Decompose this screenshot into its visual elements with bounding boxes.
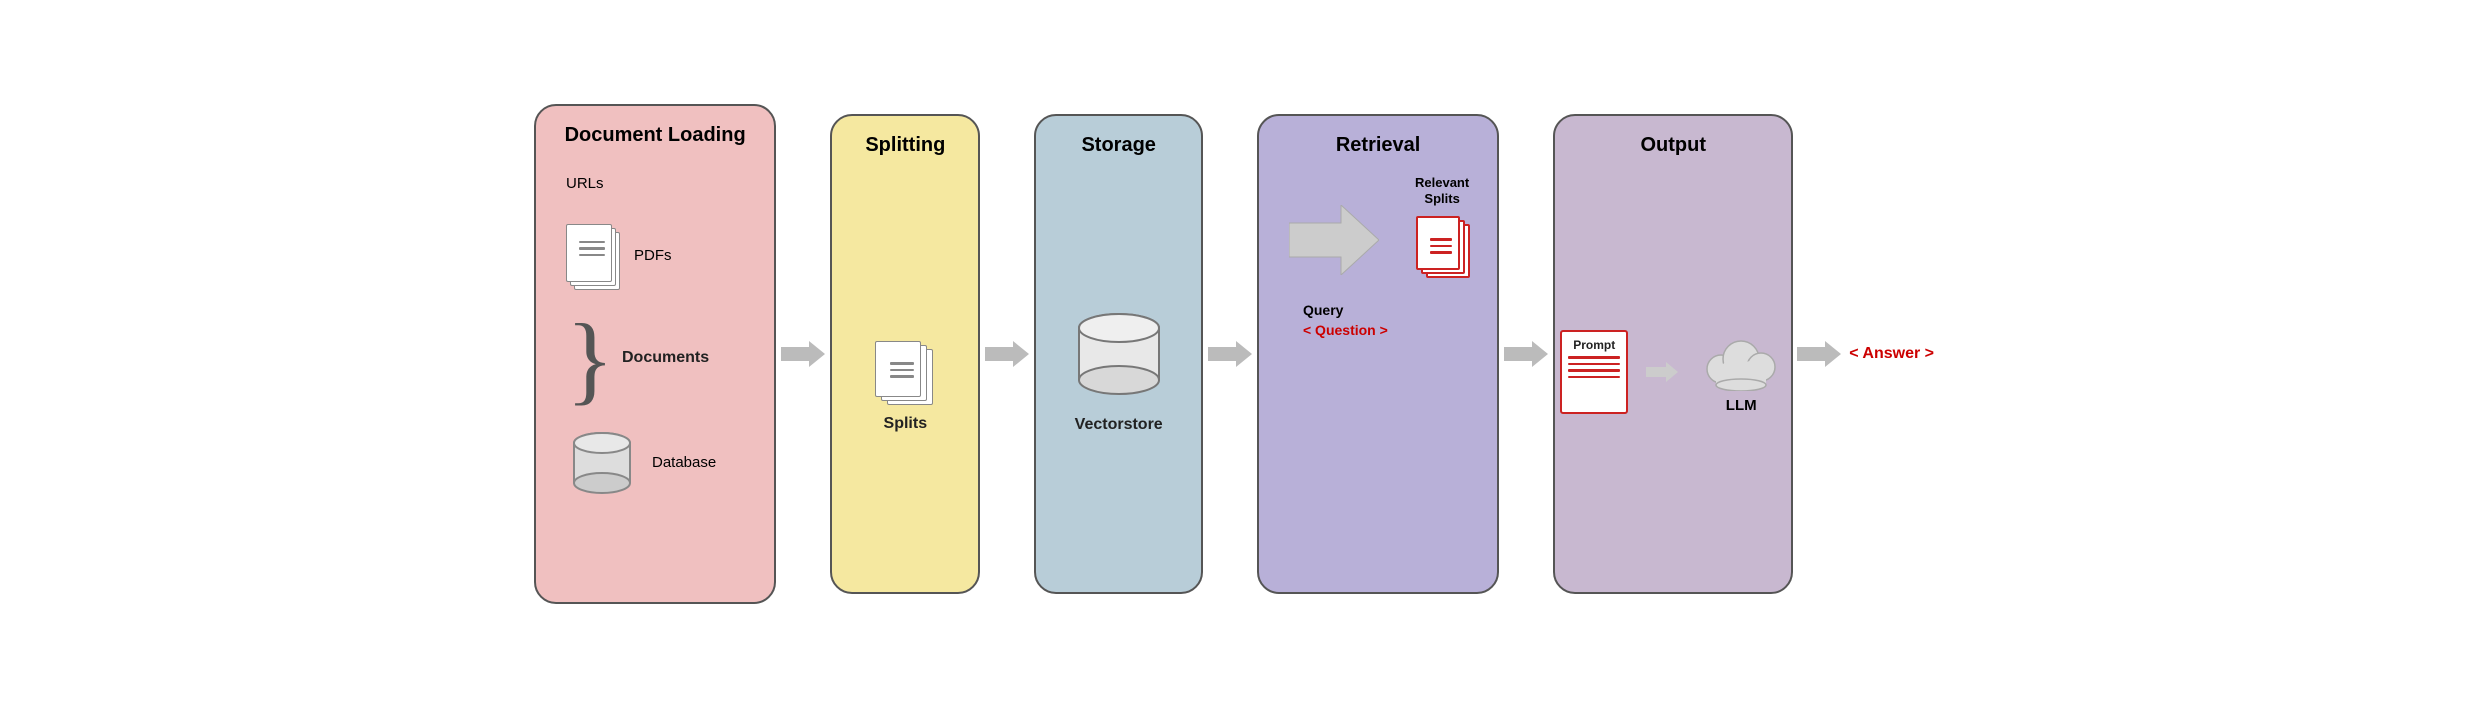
panel-title-split: Splitting <box>865 134 945 157</box>
red-page-1 <box>1416 216 1460 270</box>
rag-diagram: Document Loading URLs PDFs <box>534 104 1934 604</box>
answer-group: < Answer > <box>1797 341 1934 367</box>
panel-storage: Storage Vectorstore <box>1034 114 1203 594</box>
brace-icon: } <box>566 316 614 401</box>
question-label: < Question > <box>1303 322 1388 338</box>
arrow-1 <box>776 341 830 367</box>
panel-retrieval: Retrieval Relevant Splits <box>1257 114 1499 594</box>
relevant-splits-group: Relevant Splits <box>1415 175 1469 277</box>
vectorstore-label: Vectorstore <box>1075 416 1163 434</box>
splits-content: Splits <box>875 311 935 433</box>
splits-icon <box>875 341 935 399</box>
split-lines <box>890 362 914 378</box>
doc-content: URLs PDFs } <box>552 175 758 497</box>
panel-title-retrieval: Retrieval <box>1336 134 1421 157</box>
answer-label: < Answer > <box>1849 345 1934 363</box>
pdf-line-2 <box>579 247 605 250</box>
query-group: Query < Question > <box>1303 302 1388 338</box>
red-line-1 <box>1430 238 1452 241</box>
prompt-line-4 <box>1568 376 1620 379</box>
pdf-line-1 <box>579 241 605 244</box>
prompt-group: Prompt <box>1560 330 1628 414</box>
urls-label: URLs <box>566 175 604 192</box>
llm-cloud: LLM <box>1696 331 1786 414</box>
prompt-doc-icon: Prompt <box>1560 330 1628 414</box>
pdf-lines <box>579 241 605 257</box>
red-lines <box>1430 238 1452 254</box>
vectorstore-icon <box>1069 310 1169 400</box>
pdfs-label: PDFs <box>634 247 672 264</box>
splits-label: Splits <box>884 415 928 433</box>
storage-content: Vectorstore <box>1069 310 1169 434</box>
prompt-line-3 <box>1568 369 1620 372</box>
pdf-line-3 <box>579 254 605 257</box>
relevant-splits-label: Relevant Splits <box>1415 175 1469 209</box>
output-content: Prompt <box>1560 175 1786 570</box>
pdf-page-1 <box>566 224 612 282</box>
pdf-row: PDFs <box>566 224 672 288</box>
panel-title-doc: Document Loading <box>565 124 746 147</box>
prompt-line-2 <box>1568 363 1620 366</box>
panel-title-output: Output <box>1640 134 1706 157</box>
panel-splitting: Splitting Splits <box>830 114 980 594</box>
query-label: Query <box>1303 302 1388 318</box>
arrow-3 <box>1203 341 1257 367</box>
arrow-icon-3 <box>1208 341 1252 367</box>
split-line-2 <box>890 369 914 372</box>
llm-label: LLM <box>1726 397 1757 414</box>
database-label: Database <box>652 454 716 471</box>
retrieval-content: Relevant Splits <box>1275 175 1481 570</box>
database-icon <box>566 429 638 497</box>
database-row: Database <box>566 429 716 497</box>
documents-label: Documents <box>622 349 709 367</box>
prompt-label-inside: Prompt <box>1568 338 1620 352</box>
llm-cloud-icon <box>1696 331 1786 391</box>
panel-document-loading: Document Loading URLs PDFs <box>534 104 776 604</box>
split-line-1 <box>890 362 914 365</box>
retrieval-arrow-icon <box>1289 205 1379 275</box>
arrow-2 <box>980 341 1034 367</box>
answer-arrow-icon <box>1797 341 1841 367</box>
arrow-4 <box>1499 341 1553 367</box>
split-line-3 <box>890 375 914 378</box>
retrieval-arrow <box>1289 205 1379 280</box>
arrow-icon-4 <box>1504 341 1548 367</box>
arrow-icon-2 <box>985 341 1029 367</box>
prompt-line-1 <box>1568 356 1620 359</box>
brace-group: } Documents <box>566 316 709 401</box>
red-line-3 <box>1430 251 1452 254</box>
panel-title-storage: Storage <box>1081 134 1155 157</box>
arrow-icon-1 <box>781 341 825 367</box>
panel-output: Output Prompt <box>1553 114 1793 594</box>
red-line-2 <box>1430 245 1452 248</box>
pdf-icon <box>566 224 620 288</box>
output-inner-arrow <box>1646 362 1678 382</box>
split-page-1 <box>875 341 921 397</box>
red-doc-stack <box>1416 216 1468 276</box>
